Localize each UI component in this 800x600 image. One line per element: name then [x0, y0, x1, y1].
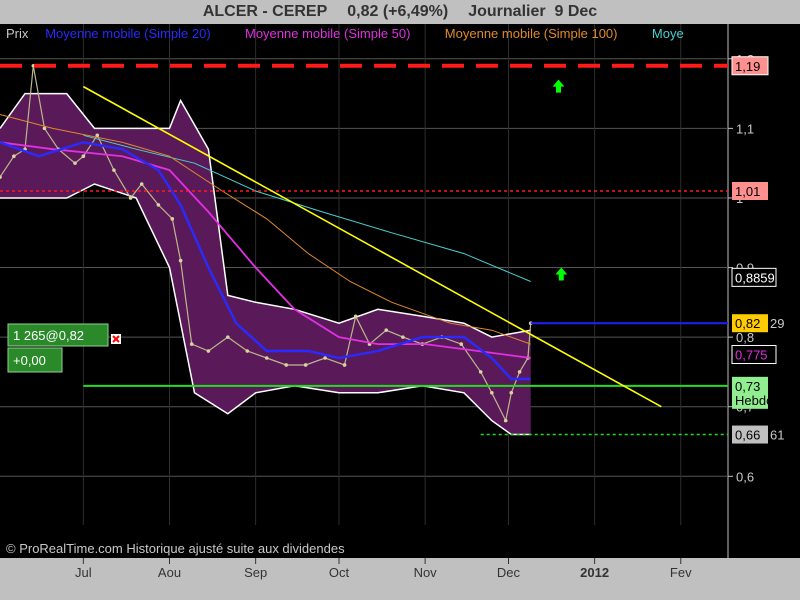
price-point — [478, 370, 483, 374]
chart-legend: Prix Moyenne mobile (Simple 20) Moyenne mo… — [6, 26, 684, 41]
order-quantity-text: 1 265@0,82 — [13, 328, 84, 343]
price-tag-label: 0,73 — [735, 379, 760, 394]
x-tick-label: Fev — [670, 565, 692, 580]
price-point — [490, 390, 494, 395]
x-tick-label: Oct — [329, 565, 350, 580]
legend-item: Prix — [6, 26, 29, 41]
price-point — [139, 182, 144, 186]
y-tick-label: 0,6 — [736, 469, 754, 484]
price-tag-label: 0,82 — [735, 316, 760, 331]
price-point — [503, 418, 508, 423]
price-tag-label: 0,775 — [735, 348, 768, 363]
x-tick-label: Aou — [158, 565, 181, 580]
price-point — [353, 314, 358, 319]
price-point — [303, 363, 308, 367]
price-point — [73, 161, 77, 165]
y-tick-label: 0,8 — [736, 330, 754, 345]
plot-background — [0, 24, 728, 558]
price-tag-suffix: 61 — [770, 428, 784, 443]
price-point — [178, 258, 183, 263]
price-tag-label: 0,66 — [735, 428, 760, 443]
price-point — [284, 363, 288, 367]
x-tick-label: Dec — [497, 565, 521, 580]
price-point — [128, 196, 133, 200]
price-point — [245, 349, 250, 353]
order-pl-text: +0,00 — [13, 353, 46, 368]
price-point — [42, 126, 47, 131]
price-point — [206, 349, 211, 353]
price-point — [509, 390, 514, 395]
price-point — [226, 335, 230, 339]
price-tag-label: Hebdo — [735, 393, 773, 408]
price-point — [342, 363, 347, 367]
price-point — [112, 168, 116, 172]
price-point — [401, 335, 405, 339]
price-point — [12, 154, 16, 159]
x-tick-label: Jul — [75, 565, 92, 580]
price-point — [170, 217, 175, 221]
price-point — [81, 154, 86, 159]
price-point — [264, 356, 269, 360]
legend-item: Moye — [652, 26, 684, 41]
copyright-text: © ProRealTime.com Historique ajusté suit… — [6, 541, 345, 556]
x-tick-label: Sep — [244, 565, 267, 580]
legend-item: Moyenne mobile (Simple 100) — [445, 26, 618, 41]
price-point — [517, 370, 522, 374]
price-point — [323, 356, 327, 360]
price-tag-label: 0,8859 — [735, 270, 775, 285]
y-tick-label: 1,1 — [736, 121, 754, 136]
price-tag-label: 1,01 — [735, 184, 760, 199]
price-point — [384, 328, 389, 332]
price-chart[interactable]: 0,60,70,80,911,11,2 1,191,010,88590,8229… — [0, 0, 800, 600]
x-tick-label: Nov — [414, 565, 438, 580]
x-tick-label: 2012 — [580, 565, 609, 580]
close-order-icon[interactable] — [111, 334, 121, 344]
price-point — [156, 203, 161, 207]
price-tag-label: 1,19 — [735, 59, 760, 74]
price-point — [459, 342, 464, 346]
price-point — [189, 342, 194, 346]
x-axis-ticks: Jul Aou Sep Oct Nov Dec 2012 Fev — [0, 558, 800, 600]
legend-item: Moyenne mobile (Simple 20) — [45, 26, 210, 41]
legend-item: Moyenne mobile (Simple 50) — [245, 26, 410, 41]
price-tag-suffix: 29 — [770, 316, 784, 331]
